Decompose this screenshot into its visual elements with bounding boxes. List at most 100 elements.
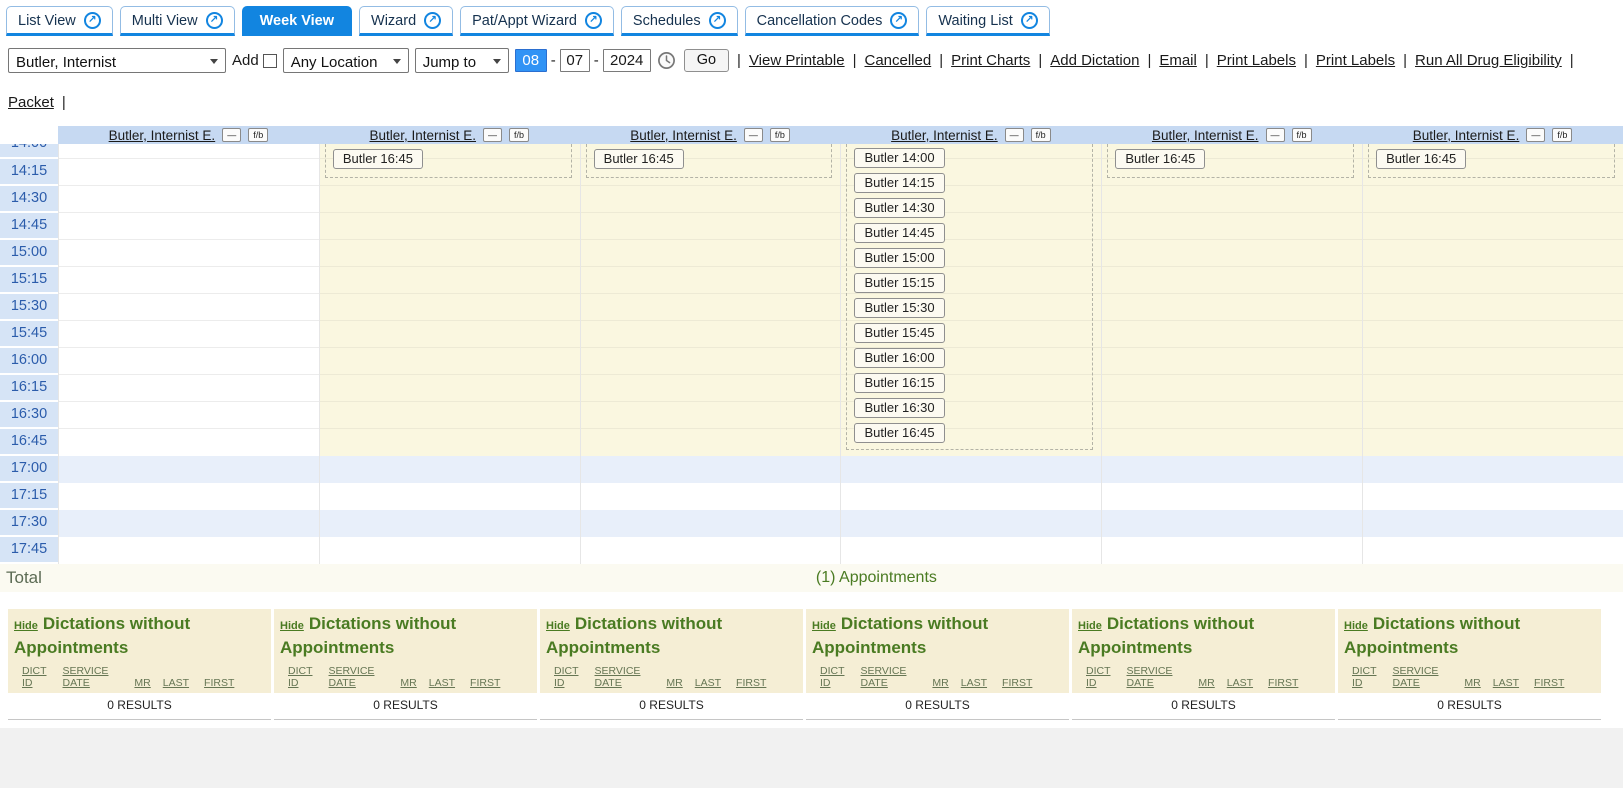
provider-header-link[interactable]: Butler, Internist E.: [109, 128, 216, 143]
column-service-date[interactable]: SERVICEDATE: [63, 665, 109, 689]
column-last[interactable]: LAST: [429, 677, 455, 689]
minimize-button[interactable]: —: [744, 128, 763, 142]
tab-cancellation-codes[interactable]: Cancellation Codes: [745, 6, 920, 36]
schedule-area[interactable]: [581, 144, 841, 456]
column-service-date[interactable]: SERVICEDATE: [1393, 665, 1439, 689]
fb-button[interactable]: f/b: [248, 128, 268, 142]
column-first[interactable]: FIRST: [736, 677, 766, 689]
column-service-date[interactable]: SERVICEDATE: [595, 665, 641, 689]
hide-link[interactable]: Hide: [1344, 620, 1368, 632]
column-dict-id[interactable]: DICTID: [22, 665, 47, 689]
appointment-slot-button[interactable]: Butler 16:00: [854, 348, 944, 368]
column-first[interactable]: FIRST: [470, 677, 500, 689]
schedule-area[interactable]: [1363, 144, 1623, 456]
tab-week-view[interactable]: Week View: [242, 6, 352, 36]
tab-waiting-list[interactable]: Waiting List: [926, 6, 1049, 36]
appointment-slot-button[interactable]: Butler 16:45: [1115, 149, 1205, 169]
open-new-window-icon[interactable]: [84, 12, 101, 29]
minimize-button[interactable]: —: [222, 128, 241, 142]
hide-link[interactable]: Hide: [812, 620, 836, 632]
minimize-button[interactable]: —: [1005, 128, 1024, 142]
column-service-date[interactable]: SERVICEDATE: [1127, 665, 1173, 689]
hide-link[interactable]: Hide: [546, 620, 570, 632]
open-new-window-icon[interactable]: [709, 12, 726, 29]
link-add-dictation[interactable]: Add Dictation: [1050, 49, 1139, 72]
column-dict-id[interactable]: DICTID: [1352, 665, 1377, 689]
open-new-window-icon[interactable]: [585, 12, 602, 29]
fb-button[interactable]: f/b: [1552, 128, 1572, 142]
column-dict-id[interactable]: DICTID: [820, 665, 845, 689]
open-new-window-icon[interactable]: [1021, 12, 1038, 29]
provider-select[interactable]: Butler, Internist: [8, 48, 226, 73]
appointment-slot-button[interactable]: Butler 15:45: [854, 323, 944, 343]
link-cancelled[interactable]: Cancelled: [864, 49, 931, 72]
appointment-slot-button[interactable]: Butler 16:45: [1376, 149, 1466, 169]
column-mr[interactable]: MR: [932, 677, 948, 689]
location-select[interactable]: Any Location: [283, 48, 409, 73]
link-run-all-drug-eligibility[interactable]: Run All Drug Eligibility: [1415, 49, 1562, 72]
go-button[interactable]: Go: [684, 49, 729, 72]
appointment-slot-button[interactable]: Butler 14:00: [854, 148, 944, 168]
schedule-area[interactable]: [59, 144, 319, 456]
appointment-slot-button[interactable]: Butler 14:30: [854, 198, 944, 218]
schedule-area[interactable]: [320, 144, 580, 456]
date-month-input[interactable]: 08: [515, 49, 547, 72]
fb-button[interactable]: f/b: [1031, 128, 1051, 142]
column-last[interactable]: LAST: [1227, 677, 1253, 689]
column-last[interactable]: LAST: [695, 677, 721, 689]
add-checkbox[interactable]: [263, 54, 277, 68]
column-mr[interactable]: MR: [1464, 677, 1480, 689]
column-mr[interactable]: MR: [1198, 677, 1214, 689]
tab-multi-view[interactable]: Multi View: [120, 6, 235, 36]
minimize-button[interactable]: —: [1526, 128, 1545, 142]
provider-header-link[interactable]: Butler, Internist E.: [1413, 128, 1520, 143]
clock-icon[interactable]: [657, 51, 676, 70]
column-first[interactable]: FIRST: [1002, 677, 1032, 689]
provider-header-link[interactable]: Butler, Internist E.: [891, 128, 998, 143]
provider-header-link[interactable]: Butler, Internist E.: [630, 128, 737, 143]
appointment-slot-button[interactable]: Butler 16:45: [333, 149, 423, 169]
open-new-window-icon[interactable]: [424, 12, 441, 29]
column-service-date[interactable]: SERVICEDATE: [329, 665, 375, 689]
appointment-slot-button[interactable]: Butler 14:15: [854, 173, 944, 193]
column-last[interactable]: LAST: [163, 677, 189, 689]
open-new-window-icon[interactable]: [890, 12, 907, 29]
link-print-labels-1[interactable]: Print Labels: [1217, 49, 1296, 72]
column-dict-id[interactable]: DICTID: [554, 665, 579, 689]
minimize-button[interactable]: —: [483, 128, 502, 142]
column-dict-id[interactable]: DICTID: [288, 665, 313, 689]
hide-link[interactable]: Hide: [280, 620, 304, 632]
column-service-date[interactable]: SERVICEDATE: [861, 665, 907, 689]
column-first[interactable]: FIRST: [1268, 677, 1298, 689]
tab-schedules[interactable]: Schedules: [621, 6, 738, 36]
appointment-slot-button[interactable]: Butler 16:45: [594, 149, 684, 169]
column-first[interactable]: FIRST: [204, 677, 234, 689]
link-print-labels-2[interactable]: Print Labels: [1316, 49, 1395, 72]
column-last[interactable]: LAST: [1493, 677, 1519, 689]
column-mr[interactable]: MR: [134, 677, 150, 689]
column-mr[interactable]: MR: [666, 677, 682, 689]
fb-button[interactable]: f/b: [509, 128, 529, 142]
appointment-slot-button[interactable]: Butler 15:15: [854, 273, 944, 293]
fb-button[interactable]: f/b: [1292, 128, 1312, 142]
link-print-charts[interactable]: Print Charts: [951, 49, 1030, 72]
appointment-slot-button[interactable]: Butler 15:30: [854, 298, 944, 318]
link-email[interactable]: Email: [1159, 49, 1197, 72]
provider-header-link[interactable]: Butler, Internist E.: [369, 128, 476, 143]
tab-wizard[interactable]: Wizard: [359, 6, 453, 36]
column-last[interactable]: LAST: [961, 677, 987, 689]
appointment-slot-button[interactable]: Butler 14:45: [854, 223, 944, 243]
date-day-input[interactable]: 07: [560, 49, 590, 72]
column-first[interactable]: FIRST: [1534, 677, 1564, 689]
fb-button[interactable]: f/b: [770, 128, 790, 142]
column-dict-id[interactable]: DICTID: [1086, 665, 1111, 689]
date-year-input[interactable]: 2024: [603, 49, 651, 72]
schedule-area[interactable]: [1102, 144, 1362, 456]
appointment-slot-button[interactable]: Butler 16:15: [854, 373, 944, 393]
column-mr[interactable]: MR: [400, 677, 416, 689]
minimize-button[interactable]: —: [1266, 128, 1285, 142]
hide-link[interactable]: Hide: [1078, 620, 1102, 632]
appointment-slot-button[interactable]: Butler 16:30: [854, 398, 944, 418]
provider-header-link[interactable]: Butler, Internist E.: [1152, 128, 1259, 143]
open-new-window-icon[interactable]: [206, 12, 223, 29]
